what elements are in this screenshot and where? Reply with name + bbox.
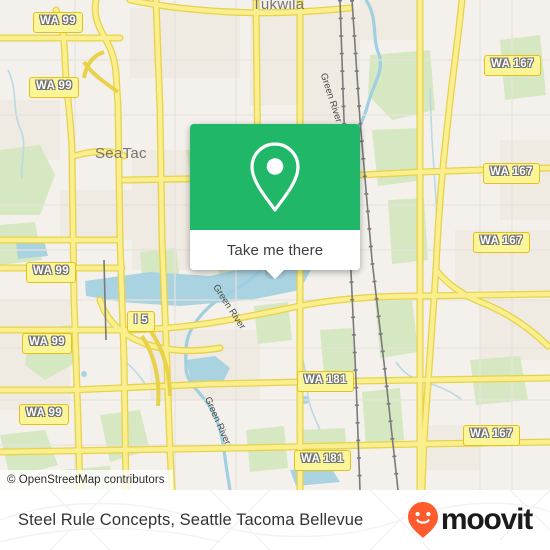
route-shield-wa-167-c[interactable]: WA 167 <box>473 232 530 253</box>
osm-attribution[interactable]: © OpenStreetMap contributors <box>0 470 173 490</box>
route-shield-wa-99-c[interactable]: WA 99 <box>26 262 77 283</box>
poi-title: Steel Rule Concepts, Seattle Tacoma Bell… <box>18 510 364 529</box>
popup-action-bar[interactable]: Take me there <box>190 230 360 270</box>
popup-pointer <box>265 269 285 279</box>
take-me-there-label: Take me there <box>226 241 324 259</box>
map-screenshot: Tukwila SeaTac Green River Green River G… <box>0 0 550 550</box>
footer-bar: Steel Rule Concepts, Seattle Tacoma Bell… <box>0 490 550 550</box>
route-shield-wa-181-a[interactable]: WA 181 <box>297 371 354 392</box>
location-popup[interactable]: Take me there <box>190 124 360 270</box>
route-shield-wa-167-d[interactable]: WA 167 <box>463 425 520 446</box>
popup-header <box>190 124 360 230</box>
route-shield-wa-99-a[interactable]: WA 99 <box>33 12 84 33</box>
map-pin-icon <box>250 142 300 212</box>
moovit-wordmark: moovit <box>440 503 533 536</box>
route-shield-wa-181-b[interactable]: WA 181 <box>294 450 351 471</box>
route-shield-wa-99-e[interactable]: WA 99 <box>19 404 70 425</box>
moovit-logo[interactable]: moovit <box>407 501 533 539</box>
route-shield-wa-99-d[interactable]: WA 99 <box>22 333 73 354</box>
route-shield-wa-167-b[interactable]: WA 167 <box>483 163 540 184</box>
route-shield-wa-99-b[interactable]: WA 99 <box>29 77 80 98</box>
route-shield-wa-167-a[interactable]: WA 167 <box>484 55 541 76</box>
route-shield-i-5[interactable]: I 5 <box>127 311 155 332</box>
moovit-smiley-pin-icon <box>407 502 438 538</box>
